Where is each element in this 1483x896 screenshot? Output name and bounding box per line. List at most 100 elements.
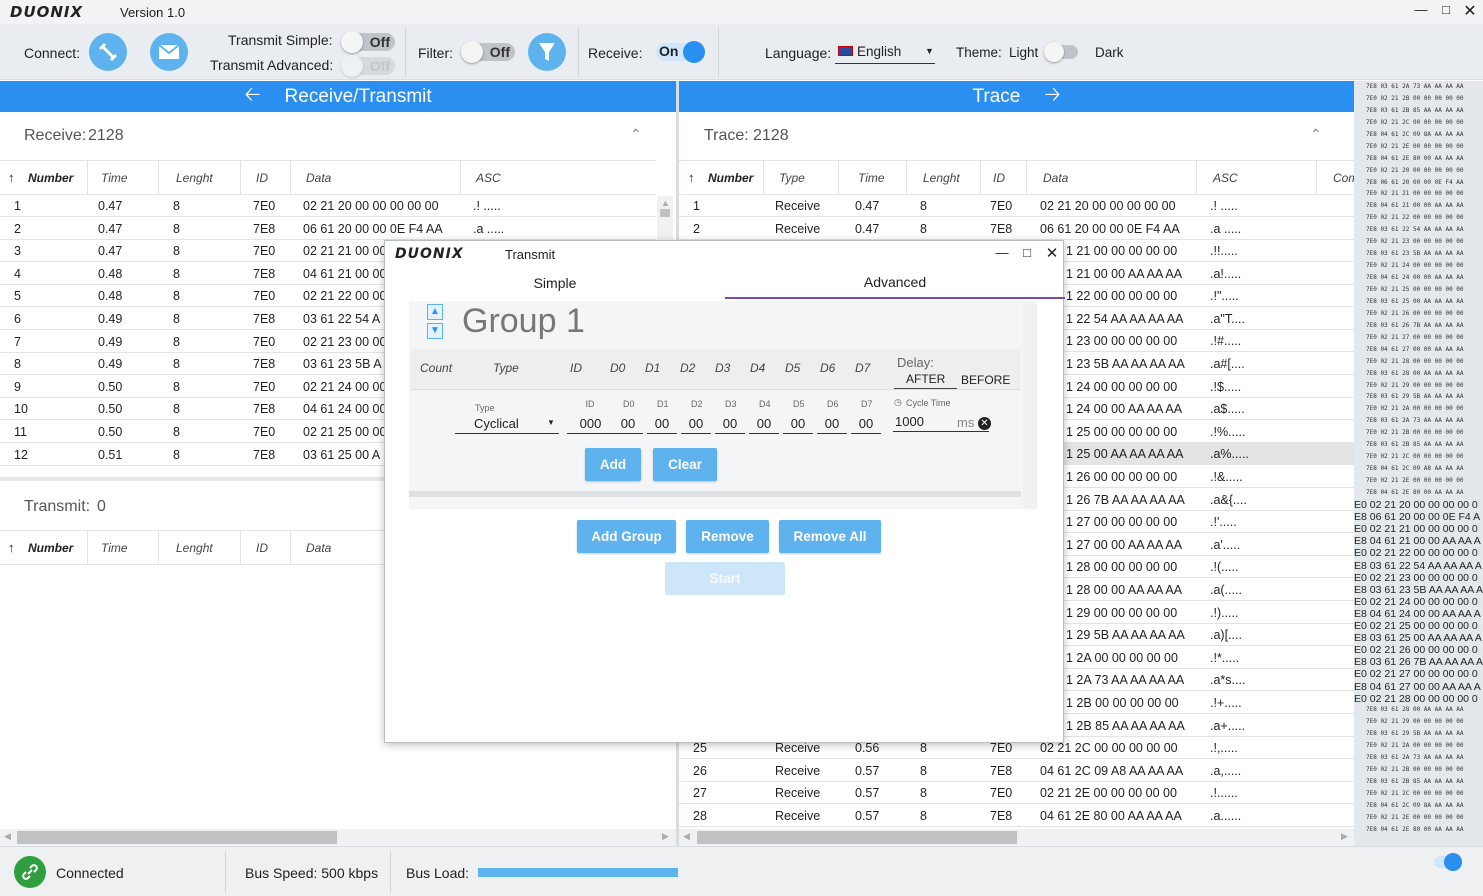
table-cell: .a)[.... [1210,628,1242,643]
column-header[interactable]: Time [101,171,128,185]
trace-line: E0 02 21 27 00 00 00 00 0 [1354,668,1478,681]
column-header[interactable]: Lenght [923,171,960,185]
type-select[interactable]: Cyclical ▼ [455,416,559,434]
column-header[interactable]: ASC [476,171,501,185]
trace-line: 7E0 02 21 22 00 00 00 00 00 [1366,214,1464,222]
collapse-icon[interactable]: ⌃ [630,126,642,143]
tab-simple[interactable]: Simple [385,267,725,299]
language-label: Language: [765,45,832,61]
status-toggle[interactable] [1434,853,1462,871]
connect-button[interactable] [89,33,127,71]
table-row [1064,396,1354,398]
clear-cycle-icon[interactable]: ✕ [978,417,991,430]
column-header: D7 [855,361,871,375]
transmit-dialog: DUONIX Transmit — □ ✕ Simple Advanced ▲ … [384,240,1065,743]
column-header[interactable]: Number [28,541,73,555]
table-cell: 1 28 00 00 00 00 00 [1066,560,1178,575]
filter-toggle[interactable]: Off [461,41,515,63]
minimize-icon[interactable]: — [1411,2,1431,17]
column-header[interactable]: ID [256,171,268,185]
arrow-right-icon[interactable]: 🡢 [1044,80,1060,114]
transmit-advanced-toggle[interactable]: Off [341,55,395,77]
table-cell: 7E8 [253,266,276,281]
column-header[interactable]: Number [708,171,753,185]
group-h-scrollbar[interactable] [409,491,1021,497]
clock-icon: ◷ [894,397,902,407]
column-header[interactable]: Data [306,541,331,555]
trace-line: 7E0 02 21 2B 00 00 00 00 00 [1366,429,1464,437]
column-header[interactable]: Type [779,171,805,185]
trace-line: 7E8 03 61 2B 85 AA AA AA AA [1366,778,1464,785]
table-cell: .!%..... [1210,424,1246,439]
move-down-icon[interactable]: ▼ [427,323,443,339]
d1-input[interactable]: 00 [647,416,677,434]
table-row [1064,600,1354,601]
cycle-time-input[interactable]: 1000 ms [893,414,989,432]
table-cell: 02 21 2C 00 00 00 00 00 [1040,741,1178,755]
remove-button[interactable]: Remove [686,520,769,553]
delay-before-option[interactable]: BEFORE [961,373,1010,387]
column-header[interactable]: Data [306,171,331,185]
close-icon[interactable]: ✕ [1460,1,1480,21]
arrow-left-icon[interactable]: 🡠 [244,80,260,114]
d4-input[interactable]: 00 [749,416,779,434]
table-cell: 10 [14,402,28,417]
d7-input[interactable]: 00 [851,416,881,434]
table-cell: 1 24 00 00 AA AA AA [1066,402,1183,417]
transmit-count: 0 [97,498,106,515]
column-header[interactable]: ASC [1213,171,1238,185]
maximize-icon[interactable]: □ [1436,2,1456,17]
language-select[interactable]: English ▼ [835,42,935,64]
transmit-simple-toggle[interactable]: Off [341,31,395,53]
column-header[interactable]: Lenght [176,541,213,555]
id-input[interactable]: 000 [567,416,614,434]
trace-line: 7E8 03 61 29 5B AA AA AA AA [1366,730,1464,737]
trace-line: 7E8 04 61 21 00 00 AA AA AA [1366,202,1464,210]
column-header[interactable]: Time [101,541,128,555]
d0-input[interactable]: 00 [613,416,643,434]
move-up-icon[interactable]: ▲ [427,304,443,320]
trace-line: 7E0 02 21 28 00 00 00 00 00 [1366,357,1464,365]
dialog-minimize-icon[interactable]: — [992,245,1012,260]
clear-button[interactable]: Clear [653,448,717,481]
sort-arrow-icon[interactable]: ↑ [8,540,15,555]
table-cell: .a,..... [1210,763,1242,778]
table-cell: 8 [173,379,180,394]
column-header[interactable]: Lenght [176,171,213,185]
delay-after-option[interactable]: AFTER [894,372,958,390]
transmit-button[interactable] [150,33,188,71]
filter-button[interactable] [528,33,566,71]
tab-advanced[interactable]: Advanced [725,267,1065,299]
trace-collapse-icon[interactable]: ⌃ [1310,126,1322,143]
d6-input[interactable]: 00 [817,416,847,434]
left-h-scrollbar[interactable]: ◀ ▶ [0,829,676,846]
right-h-scrollbar[interactable]: ◀ ▶ [679,829,1354,846]
group-v-scrollbar[interactable] [1023,301,1037,509]
theme-toggle[interactable] [1044,42,1078,62]
table-cell: 7 [14,334,21,349]
table-cell: 7E0 [253,334,276,349]
table-cell: 8 [173,425,180,439]
trace-line: 7E0 02 21 2A 00 00 00 00 00 [1366,405,1464,413]
receive-toggle[interactable]: On [656,41,705,63]
table-cell: 02 21 22 00 00 [303,289,387,304]
d3-input[interactable]: 00 [715,416,745,434]
column-header[interactable]: Time [858,171,885,185]
remove-all-button[interactable]: Remove All [779,520,881,553]
add-button[interactable]: Add [585,448,641,481]
table-cell: .!)..... [1210,605,1239,620]
sort-arrow-icon[interactable]: ↑ [688,170,695,185]
column-header[interactable]: Number [28,171,73,185]
sort-arrow-icon[interactable]: ↑ [8,170,15,185]
dialog-maximize-icon[interactable]: □ [1017,245,1037,260]
dialog-close-icon[interactable]: ✕ [1042,244,1062,262]
d5-input[interactable]: 00 [783,416,813,434]
column-header[interactable]: ID [256,541,268,555]
start-button[interactable]: Start [665,562,785,595]
add-group-button[interactable]: Add Group [577,520,676,553]
column-header[interactable]: Data [1043,171,1068,185]
table-row [1064,577,1354,579]
table-cell: 0.57 [855,763,880,778]
column-header[interactable]: ID [993,171,1005,185]
d2-input[interactable]: 00 [681,416,711,434]
